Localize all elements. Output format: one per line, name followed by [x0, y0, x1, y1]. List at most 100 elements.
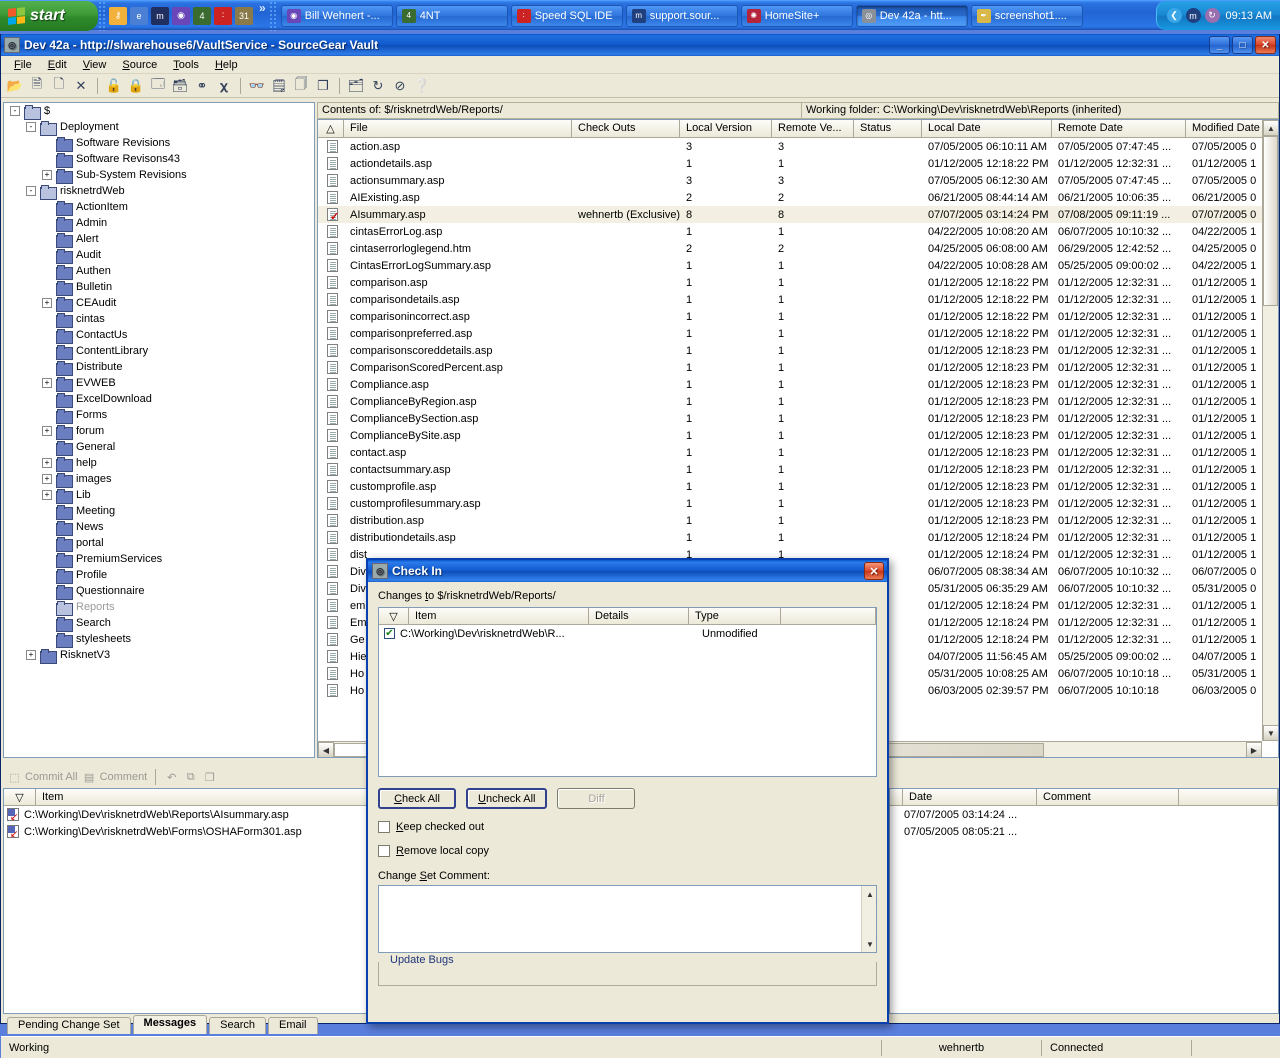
- speed-sql-icon[interactable]: ∶: [214, 6, 232, 25]
- collapse-icon[interactable]: -: [26, 122, 36, 132]
- calendar-icon[interactable]: 31: [235, 6, 253, 25]
- collapse-icon[interactable]: -: [10, 106, 20, 116]
- file-row[interactable]: ✓ AIsummary.asp wehnertb (Exclusive) 8 8 07/0…: [318, 206, 1278, 223]
- tree-item-general[interactable]: General: [4, 439, 314, 456]
- check-in-column-item[interactable]: Item: [409, 608, 589, 624]
- taskbar-button-6[interactable]: ✒ screenshot1....: [970, 4, 1083, 27]
- tab-search[interactable]: Search: [209, 1017, 266, 1034]
- tray-sync-icon[interactable]: ↻: [1204, 8, 1220, 23]
- file-column-remote-date[interactable]: Remote Date: [1052, 120, 1186, 137]
- tree-item-stylesheets[interactable]: stylesheets: [4, 631, 314, 648]
- minimize-button[interactable]: _: [1209, 36, 1230, 54]
- tree-item-bulletin[interactable]: Bulletin: [4, 279, 314, 296]
- keep-checked-out-row[interactable]: Keep checked out: [378, 821, 877, 833]
- tree-item--[interactable]: - $: [4, 103, 314, 120]
- file-row[interactable]: Compliance.asp 1 1 01/12/2005 12:18:23 PM 01…: [318, 376, 1278, 393]
- msn-icon[interactable]: m: [151, 6, 169, 25]
- file-list-sort-indicator[interactable]: △: [318, 120, 344, 137]
- menu-tools[interactable]: Tools: [166, 57, 206, 73]
- uncheck-all-button[interactable]: Uncheck All: [466, 788, 548, 809]
- check-in-item-list[interactable]: ▽ Item Details Type ✔ C:\Working\Dev\risk…: [378, 607, 877, 777]
- tray-msn-icon[interactable]: m: [1185, 8, 1201, 23]
- taskbar-button-4[interactable]: ✺ HomeSite+: [740, 4, 853, 27]
- window-titlebar[interactable]: ◎ Dev 42a - http://slwarehouse6/VaultSer…: [1, 34, 1279, 56]
- menu-edit[interactable]: Edit: [41, 57, 74, 73]
- tree-item-premiumservices[interactable]: PremiumServices: [4, 551, 314, 568]
- check-in-titlebar[interactable]: ◎ Check In ✕: [368, 560, 887, 582]
- refresh-icon[interactable]: ↻: [368, 76, 388, 96]
- close-button[interactable]: ✕: [1255, 36, 1276, 54]
- history-column-date[interactable]: Date: [903, 789, 1037, 805]
- tree-item-contactus[interactable]: ContactUs: [4, 327, 314, 344]
- key-icon[interactable]: ⚷: [109, 6, 127, 25]
- tree-item-contentlibrary[interactable]: ContentLibrary: [4, 343, 314, 360]
- taskbar-button-1[interactable]: 4 4NT: [395, 4, 508, 27]
- file-row[interactable]: ComparisonScoredPercent.asp 1 1 01/12/2005 …: [318, 359, 1278, 376]
- menu-view[interactable]: View: [76, 57, 114, 73]
- checkin-icon[interactable]: 🔒: [126, 76, 146, 96]
- file-row[interactable]: ComplianceByRegion.asp 1 1 01/12/2005 12:18…: [318, 393, 1278, 410]
- file-row[interactable]: comparisonscoreddetails.asp 1 1 01/12/2005 …: [318, 342, 1278, 359]
- check-in-column-extra[interactable]: [781, 608, 876, 624]
- 4nt-icon[interactable]: 4: [193, 6, 211, 25]
- file-row[interactable]: CintasErrorLogSummary.asp 1 1 04/22/2005 10…: [318, 257, 1278, 274]
- file-row[interactable]: cintasErrorLog.asp 1 1 04/22/2005 10:08:20 …: [318, 223, 1278, 240]
- tree-item-reports[interactable]: Reports: [4, 599, 314, 616]
- tree-item-alert[interactable]: Alert: [4, 231, 314, 248]
- file-list-vertical-scrollbar[interactable]: ▲ ▼: [1262, 120, 1278, 741]
- cloak-icon[interactable]: ⊘: [390, 76, 410, 96]
- properties-icon[interactable]: 🗒: [269, 76, 289, 96]
- get-latest-icon[interactable]: 📂: [5, 76, 25, 96]
- comment-scrollbar[interactable]: ▲ ▼: [861, 886, 876, 952]
- history-row[interactable]: 07/07/2005 03:14:24 ...: [890, 806, 1278, 823]
- tree-item-images[interactable]: + images: [4, 471, 314, 488]
- help-icon[interactable]: ❔: [412, 76, 432, 96]
- vertical-scroll-thumb[interactable]: [1263, 136, 1278, 306]
- expand-icon[interactable]: +: [42, 298, 52, 308]
- tray-chevron-icon[interactable]: ❮: [1166, 8, 1182, 23]
- file-row[interactable]: comparisonincorrect.asp 1 1 01/12/2005 12:1…: [318, 308, 1278, 325]
- file-column-status[interactable]: Status: [854, 120, 922, 137]
- file-column-local-version[interactable]: Local Version: [680, 120, 772, 137]
- remove-local-copy-checkbox[interactable]: [378, 845, 390, 857]
- tree-item-lib[interactable]: + Lib: [4, 487, 314, 504]
- tab-pending-change-set[interactable]: Pending Change Set: [7, 1017, 131, 1034]
- label-icon[interactable]: 🗂: [346, 76, 366, 96]
- tab-messages[interactable]: Messages: [132, 1015, 208, 1034]
- taskbar-grip[interactable]: [98, 1, 106, 31]
- taskbar-grip-2[interactable]: [268, 1, 277, 31]
- file-column-file[interactable]: File: [344, 120, 572, 137]
- menu-source[interactable]: Source: [115, 57, 164, 73]
- history-icon[interactable]: 👓: [247, 76, 267, 96]
- file-row[interactable]: ComplianceBySection.asp 1 1 01/12/2005 12:1…: [318, 410, 1278, 427]
- tree-item-portal[interactable]: portal: [4, 535, 314, 552]
- undo-button[interactable]: ↶: [164, 770, 179, 784]
- quicklaunch-chevron-icon[interactable]: »: [256, 1, 269, 30]
- taskbar-button-2[interactable]: ∶ Speed SQL IDE: [510, 4, 623, 27]
- delete-icon[interactable]: ✕: [71, 76, 91, 96]
- tree-item-risknetrdweb[interactable]: - risknetrdWeb: [4, 183, 314, 200]
- tree-item-distribute[interactable]: Distribute: [4, 359, 314, 376]
- history-column-extra[interactable]: [1179, 789, 1278, 805]
- file-column-local-date[interactable]: Local Date: [922, 120, 1052, 137]
- tree-item-meeting[interactable]: Meeting: [4, 503, 314, 520]
- comment-button[interactable]: ▤ Comment: [82, 770, 147, 784]
- file-row[interactable]: comparisonpreferred.asp 1 1 01/12/2005 12:1…: [318, 325, 1278, 342]
- tree-item-software-revisions[interactable]: Software Revisions: [4, 135, 314, 152]
- add-files-icon[interactable]: 🗎: [27, 76, 47, 96]
- history-column-comment[interactable]: Comment: [1037, 789, 1179, 805]
- collapse-icon[interactable]: -: [26, 186, 36, 196]
- tab-email[interactable]: Email: [267, 1017, 318, 1034]
- tree-item-admin[interactable]: Admin: [4, 215, 314, 232]
- file-row[interactable]: distribution.asp 1 1 01/12/2005 12:18:23 PM…: [318, 512, 1278, 529]
- tree-item-search[interactable]: Search: [4, 615, 314, 632]
- branch-icon[interactable]: ⚭: [192, 76, 212, 96]
- check-all-button[interactable]: Check All: [378, 788, 456, 809]
- comment-scroll-down-button[interactable]: ▼: [862, 936, 878, 952]
- undo-checkout-icon[interactable]: 🗔: [148, 76, 168, 96]
- ie-icon[interactable]: e: [130, 6, 148, 25]
- expand-icon[interactable]: +: [42, 474, 52, 484]
- remove-local-copy-row[interactable]: Remove local copy: [378, 845, 877, 857]
- taskbar-button-0[interactable]: ◉ Bill Wehnert -...: [280, 4, 393, 27]
- tree-item-forum[interactable]: + forum: [4, 423, 314, 440]
